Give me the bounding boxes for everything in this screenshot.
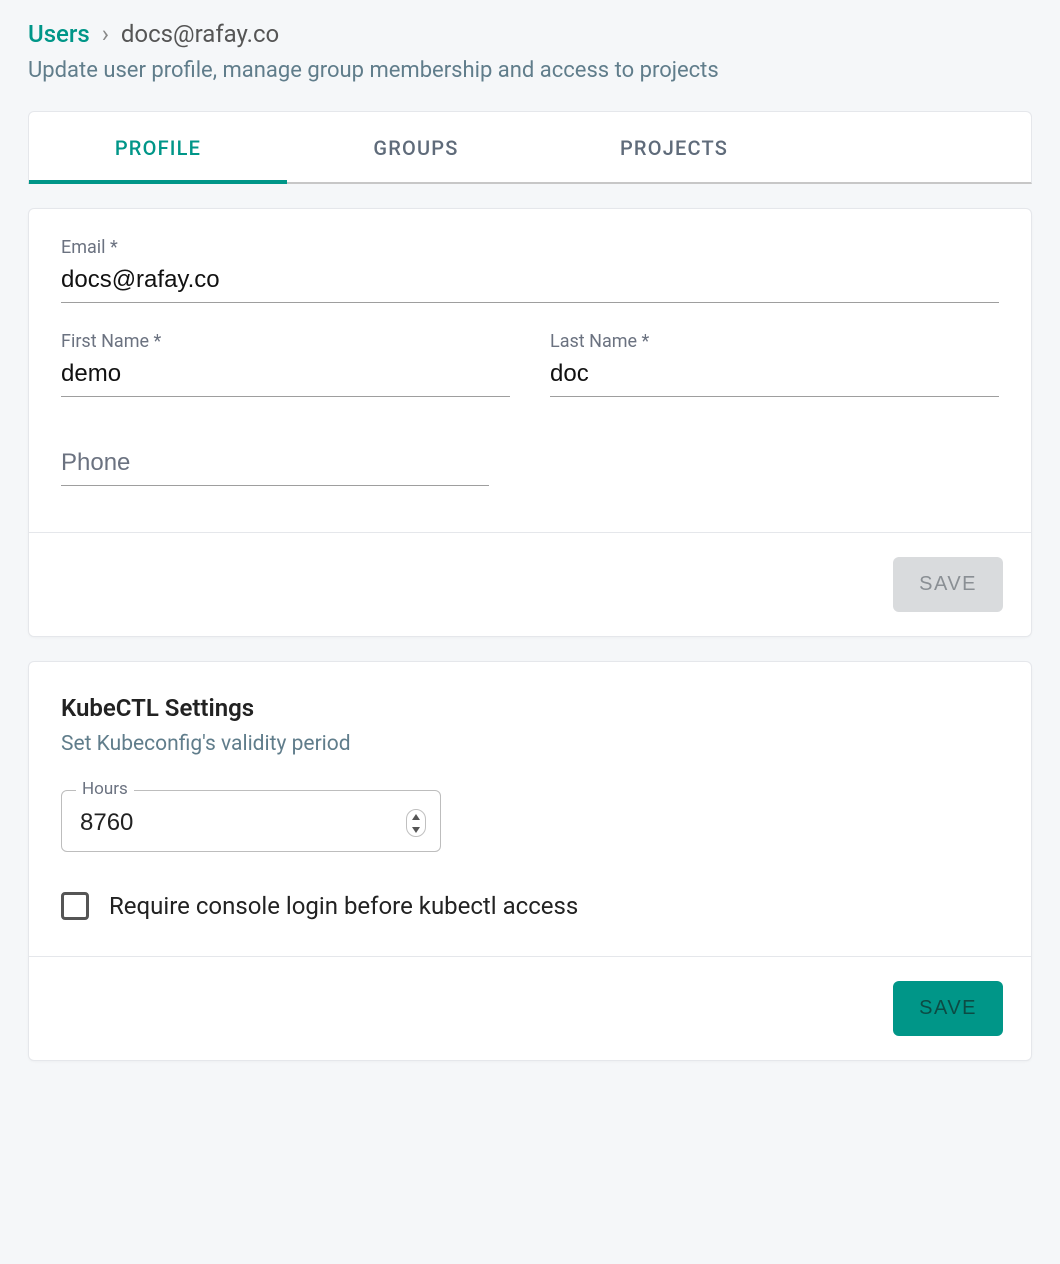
chevron-down-icon[interactable] [407,823,425,836]
kubectl-card: KubeCTL Settings Set Kubeconfig's validi… [28,661,1032,1061]
tab-groups[interactable]: GROUPS [287,112,545,182]
first-name-field[interactable] [61,356,510,397]
last-name-label: Last Name * [550,331,999,352]
breadcrumb-root[interactable]: Users [28,20,90,48]
tabs-container: PROFILE GROUPS PROJECTS [28,111,1032,184]
hours-stepper [406,809,426,837]
hours-field-wrapper: Hours [61,790,441,852]
profile-card: Email * First Name * Last Name * SAVE [28,208,1032,637]
kubectl-subtitle: Set Kubeconfig's validity period [61,732,999,756]
breadcrumb-separator: › [102,20,109,48]
breadcrumb-current: docs@rafay.co [121,20,279,48]
breadcrumb: Users › docs@rafay.co [28,20,1032,48]
tab-projects[interactable]: PROJECTS [545,112,803,182]
first-name-label: First Name * [61,331,510,352]
profile-save-button[interactable]: SAVE [893,557,1003,612]
hours-label: Hours [76,779,134,799]
email-field[interactable] [61,262,999,303]
chevron-up-icon[interactable] [407,810,425,823]
email-label: Email * [61,237,999,258]
page-subtitle: Update user profile, manage group member… [28,58,1032,83]
tab-profile[interactable]: PROFILE [29,112,287,182]
kubectl-title: KubeCTL Settings [61,694,999,722]
kubectl-save-button[interactable]: SAVE [893,981,1003,1036]
phone-field[interactable] [61,445,489,486]
require-login-label: Require console login before kubectl acc… [109,892,578,920]
hours-input[interactable] [80,809,406,837]
require-login-checkbox[interactable] [61,892,89,920]
last-name-field[interactable] [550,356,999,397]
